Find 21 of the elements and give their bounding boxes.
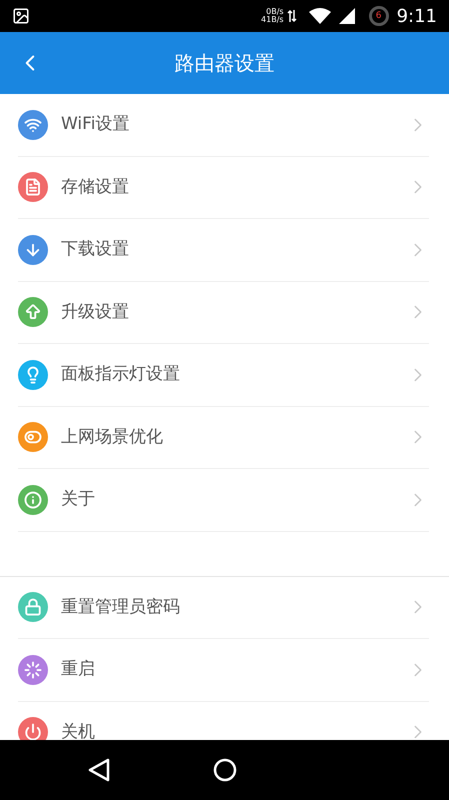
item-label: 升级设置 <box>61 300 130 324</box>
wifi-signal-icon <box>308 8 331 24</box>
data-arrows-icon <box>286 9 297 23</box>
item-label: 上网场景优化 <box>61 426 164 448</box>
item-label: 重置管理员密码 <box>61 596 181 618</box>
back-icon[interactable] <box>88 758 110 782</box>
clock: 9:11 <box>396 4 437 28</box>
item-label: 重启 <box>61 658 96 681</box>
upload-speed: 0B/s <box>266 8 284 16</box>
page-title: 路由器设置 <box>174 50 274 77</box>
item-label: 下载设置 <box>61 238 130 261</box>
home-icon[interactable] <box>213 758 237 782</box>
item-label: 关机 <box>61 720 96 740</box>
cell-signal-icon <box>338 8 355 24</box>
notification-count: 6 <box>376 12 382 20</box>
download-speed: 41B/s <box>261 16 284 24</box>
item-label: 关于 <box>61 488 96 511</box>
image-icon <box>12 7 30 25</box>
item-label: 存储设置 <box>61 176 130 198</box>
item-label: 面板指示灯设置 <box>61 363 181 386</box>
item-label: WiFi设置 <box>61 113 130 136</box>
